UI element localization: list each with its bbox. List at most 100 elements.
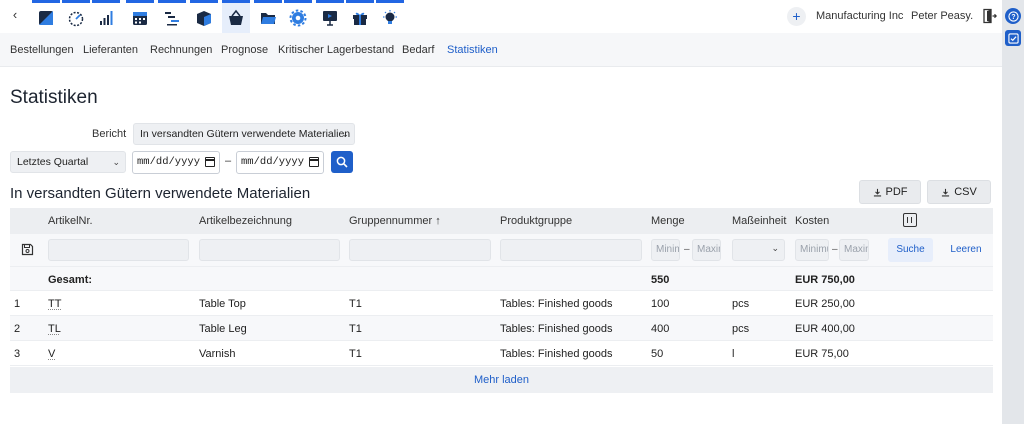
top-bar: ‹ + Manufacturing Inc Peter Peasy. (0, 0, 1002, 33)
app-shopping-basket-icon[interactable] (222, 0, 250, 33)
filter-menge-min-input[interactable]: Minimum (651, 239, 680, 261)
subnav-kritischer-lagerbestand[interactable]: Kritischer Lagerbestand (278, 44, 394, 56)
header-artikelnr[interactable]: ArtikelNr. (48, 215, 93, 227)
date-to-input[interactable]: mm/dd/yyyy (236, 151, 324, 174)
app-bar-chart-icon[interactable] (92, 0, 120, 33)
filter-kosten-max-input[interactable]: Maximum (839, 239, 869, 261)
calendar-icon[interactable] (205, 157, 215, 167)
menge-cell: 50 (651, 348, 664, 360)
subnav-rechnungen[interactable]: Rechnungen (150, 44, 212, 56)
menge-cell: 100 (651, 298, 670, 310)
row-number: 3 (14, 348, 21, 360)
report-select[interactable]: In versandten Gütern verwendete Material… (133, 123, 355, 145)
svg-text:?: ? (1011, 14, 1015, 21)
date-to-placeholder: mm/dd/yyyy (241, 156, 305, 168)
logout-icon[interactable] (981, 8, 998, 24)
user-menu[interactable]: Peter Peasy. (911, 10, 973, 22)
column-settings-icon[interactable] (903, 213, 917, 227)
search-icon (336, 156, 348, 168)
export-pdf-button[interactable]: PDF (859, 180, 921, 204)
app-lightbulb-icon[interactable] (376, 0, 404, 33)
filter-gruppennummer-input[interactable] (349, 239, 491, 261)
download-icon (942, 188, 950, 196)
search-button[interactable] (331, 151, 353, 173)
export-csv-button[interactable]: CSV (927, 180, 991, 204)
filter-kosten-range-separator: – (832, 244, 838, 255)
total-label: Gesamt: (48, 274, 93, 286)
filter-row: Minimum – Maximum ⌄ Minimum – Maximum Su… (10, 234, 993, 267)
table-row: 2 TL Table Leg T1 Tables: Finished goods… (10, 316, 993, 341)
produktgruppe-cell: Tables: Finished goods (500, 323, 613, 335)
gruppennummer-cell: T1 (349, 323, 362, 335)
help-icon[interactable]: ? (1005, 8, 1021, 24)
filter-artikelnr-input[interactable] (48, 239, 189, 261)
app-presentation-icon[interactable] (316, 0, 344, 33)
artikelnr-link[interactable]: TT (48, 298, 61, 310)
artikelbezeichnung-cell: Table Top (199, 298, 246, 310)
report-select-value: In versandten Gütern verwendete Material… (140, 128, 351, 140)
load-more-button[interactable]: Mehr laden (10, 374, 993, 386)
row-number: 2 (14, 323, 21, 335)
subnav-lieferanten[interactable]: Lieferanten (83, 44, 138, 56)
total-menge: 550 (651, 274, 670, 286)
total-row: Gesamt: 550 EUR 750,00 (10, 267, 993, 291)
header-kosten[interactable]: Kosten (795, 215, 829, 227)
table-header: ArtikelNr. Artikelbezeichnung Gruppennum… (10, 208, 993, 234)
header-masseinheit[interactable]: Maßeinheit (732, 215, 786, 227)
subnav-prognose[interactable]: Prognose (221, 44, 268, 56)
subnav-bedarf[interactable]: Bedarf (402, 44, 434, 56)
filter-produktgruppe-input[interactable] (500, 239, 642, 261)
date-from-placeholder: mm/dd/yyyy (137, 156, 201, 168)
filter-search-button[interactable]: Suche (888, 238, 933, 262)
artikelbezeichnung-cell: Varnish (199, 348, 236, 360)
subnav-statistiken[interactable]: Statistiken (447, 44, 498, 56)
app-folder-icon[interactable] (254, 0, 282, 33)
header-menge[interactable]: Menge (651, 215, 685, 227)
report-title: In versandten Gütern verwendete Material… (10, 185, 311, 202)
app-speedometer-icon[interactable] (62, 0, 90, 33)
table-row: 1 TT Table Top T1 Tables: Finished goods… (10, 291, 993, 316)
download-icon (873, 188, 881, 196)
header-produktgruppe[interactable]: Produktgruppe (500, 215, 572, 227)
app-settings-gear-icon[interactable] (284, 0, 312, 33)
period-select[interactable]: Letztes Quartal ⌄ (10, 151, 126, 173)
app-dashboard-icon[interactable] (32, 0, 60, 33)
app-inventory-box-icon[interactable] (190, 0, 218, 33)
artikelnr-link[interactable]: V (48, 348, 55, 360)
date-from-input[interactable]: mm/dd/yyyy (132, 151, 220, 174)
app-gift-icon[interactable] (346, 0, 374, 33)
export-pdf-label: PDF (885, 186, 908, 198)
subnav-bestellungen[interactable]: Bestellungen (10, 44, 74, 56)
app-calendar-icon[interactable] (126, 0, 154, 33)
chevron-down-icon: ⌄ (771, 243, 779, 253)
company-selector[interactable]: Manufacturing Inc (816, 10, 903, 22)
gruppennummer-cell: T1 (349, 348, 362, 360)
kosten-cell: EUR 250,00 (795, 298, 855, 310)
app-gantt-icon[interactable] (158, 0, 186, 33)
table-row: 3 V Varnish T1 Tables: Finished goods 50… (10, 341, 993, 366)
add-button[interactable]: + (787, 7, 806, 26)
artikelbezeichnung-cell: Table Leg (199, 323, 247, 335)
tasks-check-icon[interactable] (1005, 30, 1021, 46)
right-rail: ? (1002, 0, 1024, 424)
filter-artikelbezeichnung-input[interactable] (199, 239, 340, 261)
filter-menge-max-input[interactable]: Maximum (692, 239, 721, 261)
filter-kosten-min-input[interactable]: Minimum (795, 239, 829, 261)
calendar-icon[interactable] (309, 157, 319, 167)
gruppennummer-cell: T1 (349, 298, 362, 310)
header-artikelbezeichnung[interactable]: Artikelbezeichnung (199, 215, 292, 227)
back-button[interactable]: ‹ (8, 8, 22, 22)
page-title: Statistiken (10, 87, 98, 108)
masseinheit-cell: pcs (732, 323, 750, 335)
header-gruppennummer[interactable]: Gruppennummer ↑ (349, 215, 441, 227)
save-filter-icon[interactable] (21, 243, 34, 256)
artikelnr-link[interactable]: TL (48, 323, 61, 335)
filter-masseinheit-select[interactable]: ⌄ (732, 239, 785, 261)
produktgruppe-cell: Tables: Finished goods (500, 298, 613, 310)
period-select-value: Letztes Quartal (17, 156, 89, 168)
filter-clear-button[interactable]: Leeren (946, 238, 986, 262)
kosten-cell: EUR 75,00 (795, 348, 849, 360)
report-label: Bericht (92, 128, 127, 140)
export-csv-label: CSV (954, 186, 977, 198)
filter-menge-range-separator: – (684, 244, 690, 255)
